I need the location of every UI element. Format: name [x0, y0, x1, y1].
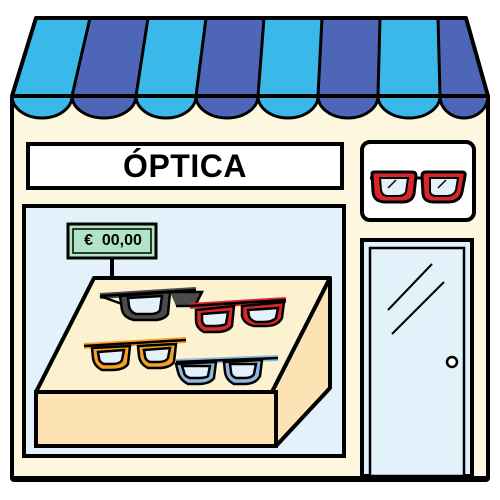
shop-sign-text: ÓPTICA: [123, 147, 247, 184]
door-knob-icon: [445, 355, 459, 369]
glasses-sign-icon: [360, 140, 476, 222]
optics-shop-scene: ÓPTICA € 00,00: [0, 0, 500, 500]
price-tag-text: € 00,00: [84, 232, 142, 249]
awning: [10, 16, 490, 120]
